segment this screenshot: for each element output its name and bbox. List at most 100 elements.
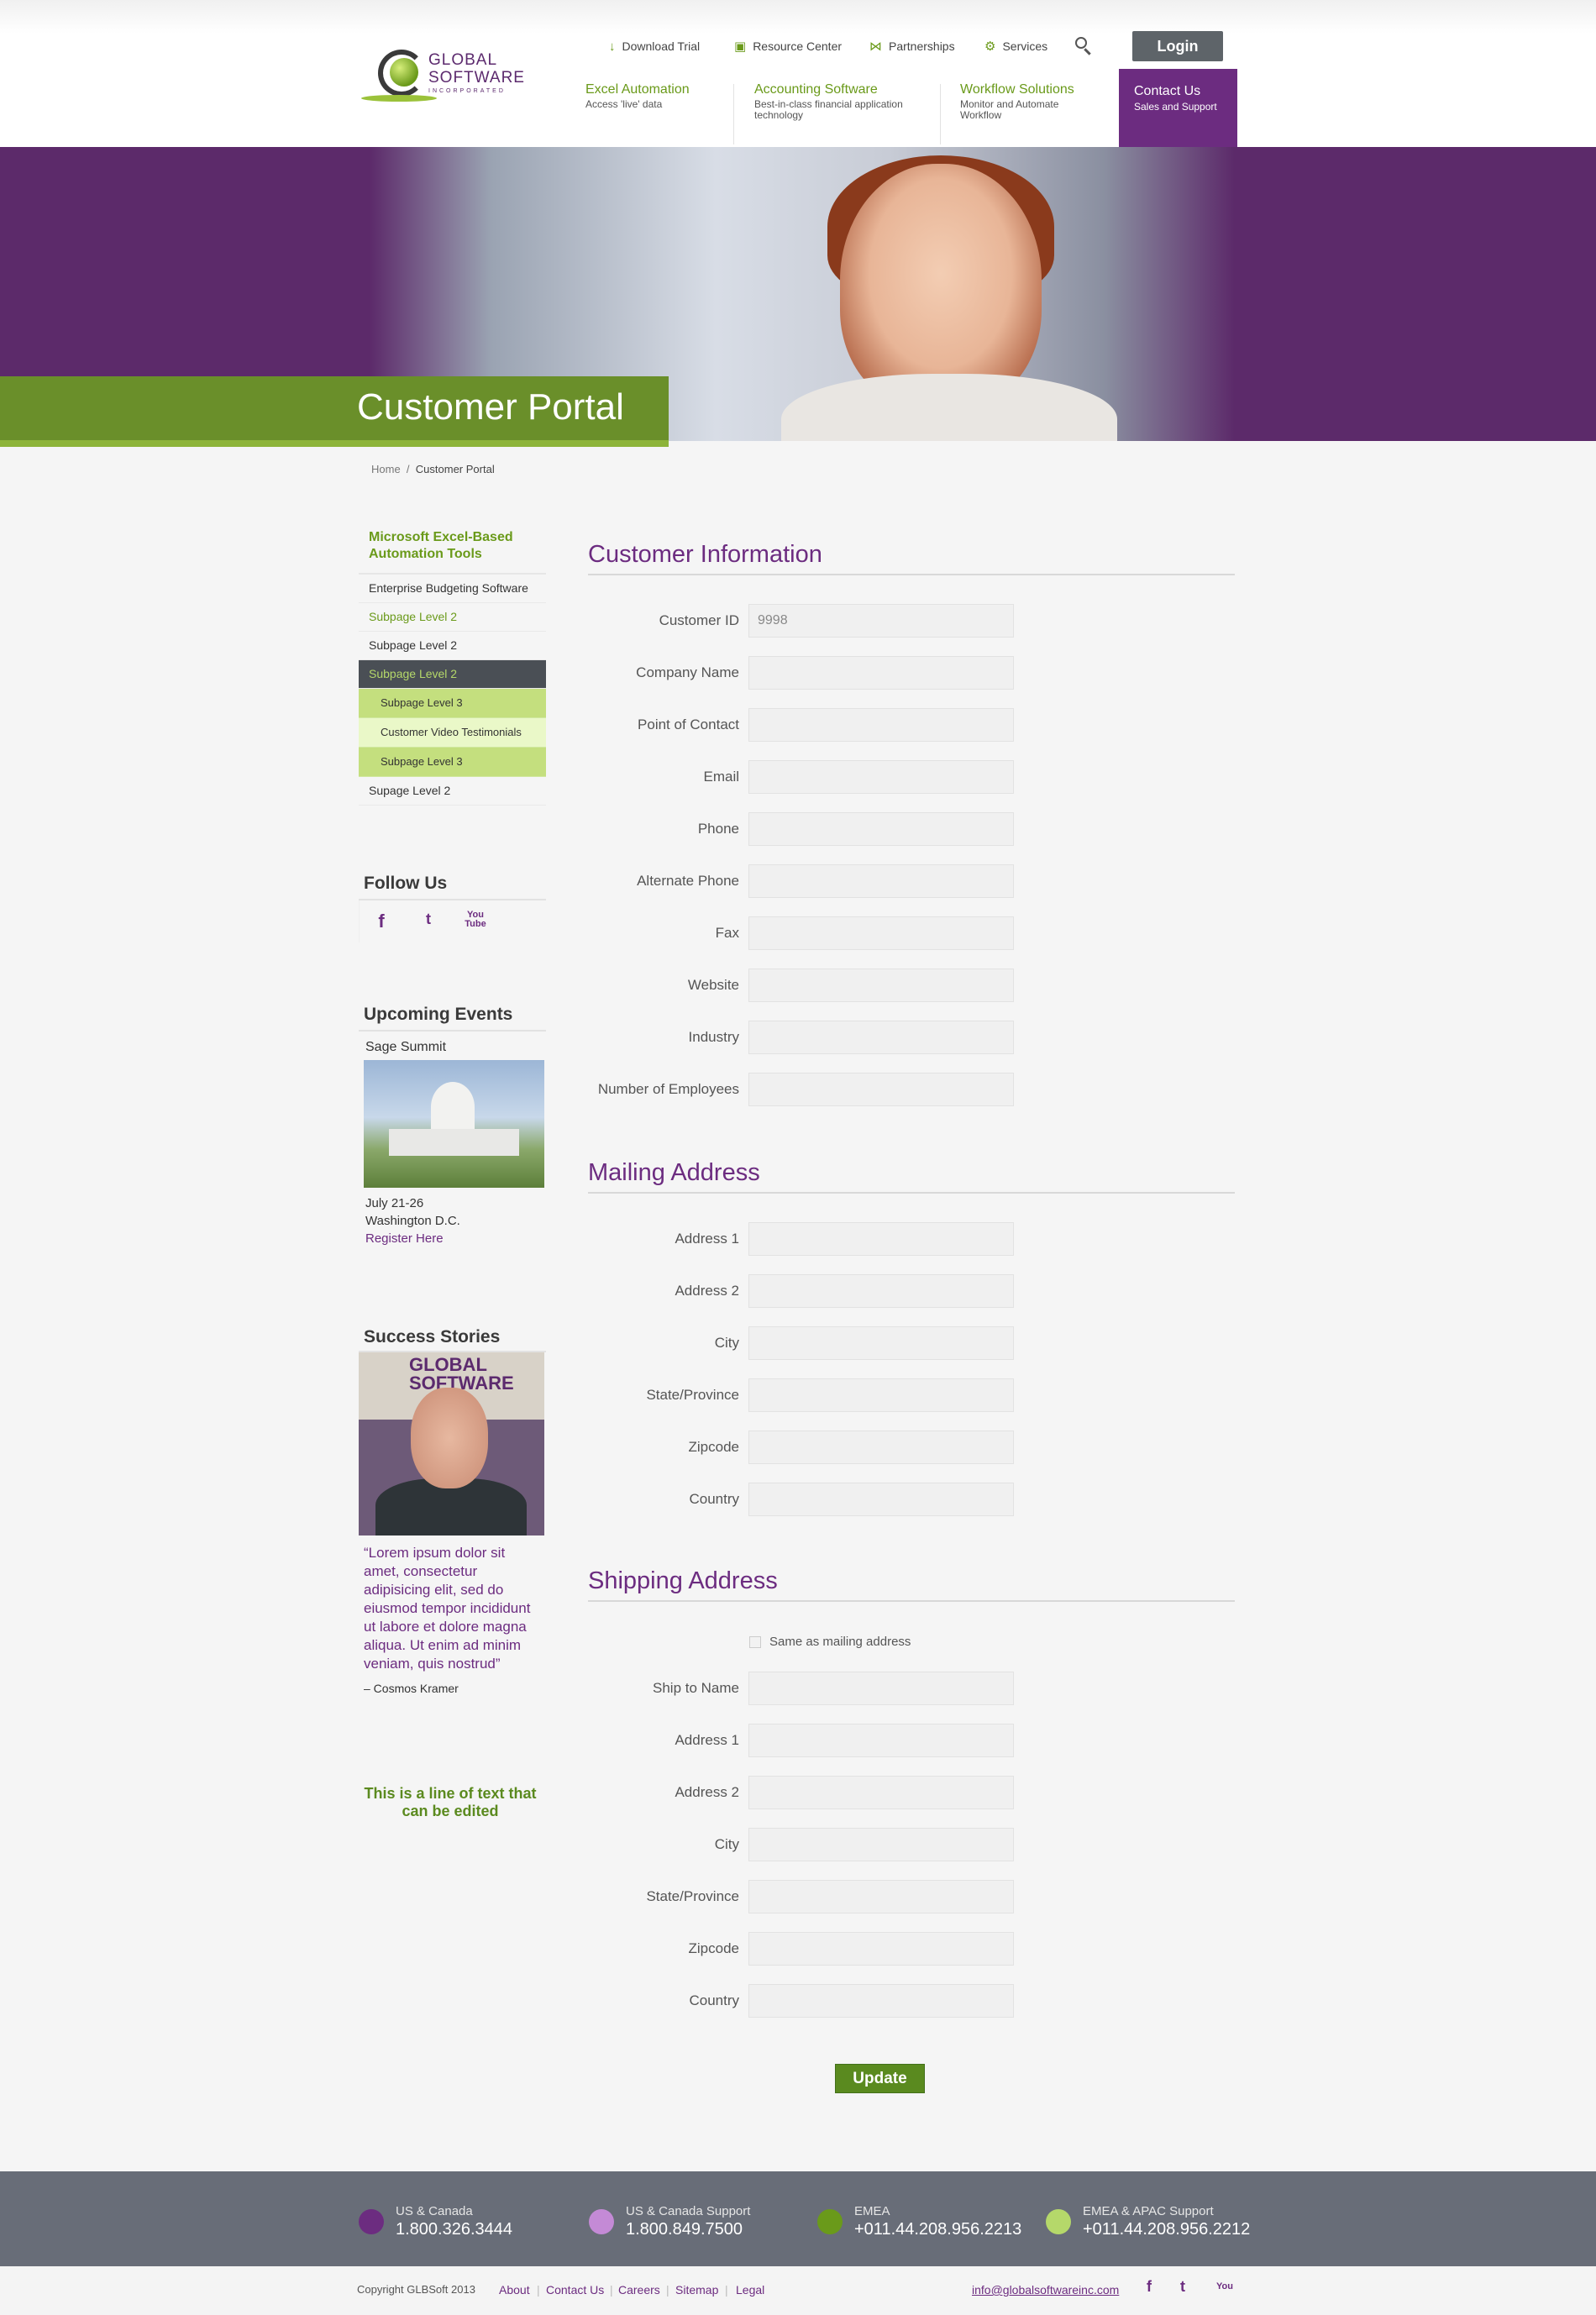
phone-icon	[589, 2209, 614, 2234]
sidebar-heading[interactable]: Microsoft Excel-Based Automation Tools	[359, 521, 546, 575]
field-label: State/Province	[646, 1387, 739, 1403]
facebook-icon[interactable]: f	[1147, 2278, 1152, 2296]
company-name-input[interactable]	[748, 656, 1014, 690]
footer-link-separator: |	[610, 2283, 613, 2297]
state-province-input[interactable]	[748, 1880, 1014, 1913]
facebook-icon[interactable]: f	[368, 911, 395, 932]
success-stories-title: Success Stories	[359, 1327, 546, 1352]
alternate-phone-input[interactable]	[748, 864, 1014, 898]
toplink-label: Partnerships	[889, 39, 955, 53]
sidebar-item-subpage-2a[interactable]: Subpage Level 2	[359, 603, 546, 632]
sidebar-item-enterprise-budgeting[interactable]: Enterprise Budgeting Software	[359, 575, 546, 603]
contact-number[interactable]: 1.800.849.7500	[626, 2220, 750, 2239]
footer-link-about[interactable]: About	[499, 2283, 530, 2297]
sidebar-subitem-level3a[interactable]: Subpage Level 3	[359, 689, 546, 718]
contact-number[interactable]: +011.44.208.956.2212	[1083, 2220, 1250, 2239]
sidebar-item-subpage-2b[interactable]: Subpage Level 2	[359, 632, 546, 660]
twitter-icon[interactable]: t	[415, 911, 442, 932]
customer-id-input[interactable]	[748, 604, 1014, 638]
fax-input[interactable]	[748, 916, 1014, 950]
zipcode-input[interactable]	[748, 1430, 1014, 1464]
field-label: Phone	[697, 821, 739, 837]
footer-link-contact-us[interactable]: Contact Us	[546, 2283, 604, 2297]
sidebar-subitem-level3b[interactable]: Subpage Level 3	[359, 748, 546, 777]
update-button[interactable]: Update	[835, 2064, 925, 2093]
toplink-download-trial[interactable]: ↓ Download Trial	[609, 37, 700, 55]
register-link[interactable]: Register Here	[365, 1230, 539, 1247]
checkbox-box[interactable]	[749, 1635, 761, 1648]
search-icon-handle	[1084, 48, 1091, 55]
contact-label: US & Canada	[396, 2204, 473, 2218]
nav-title: Excel Automation	[585, 82, 690, 97]
search-icon[interactable]	[1074, 35, 1092, 55]
field-label: Alternate Phone	[637, 873, 739, 889]
breadcrumb: Home / Customer Portal	[371, 463, 495, 475]
toplink-resource-center[interactable]: ▣ Resource Center	[734, 37, 842, 55]
industry-input[interactable]	[748, 1021, 1014, 1054]
city-input[interactable]	[748, 1326, 1014, 1360]
site-footer	[0, 2171, 1596, 2315]
footer-link-legal[interactable]: Legal	[736, 2283, 764, 2297]
address-2-input[interactable]	[748, 1776, 1014, 1809]
breadcrumb-current: Customer Portal	[415, 463, 495, 475]
capitol-building	[389, 1129, 519, 1156]
same-as-mailing-label: Same as mailing address	[769, 1635, 911, 1649]
footer-email-link[interactable]: info@globalsoftwareinc.com	[972, 2283, 1119, 2297]
sidebar-item-subpage-2-active[interactable]: Subpage Level 2	[359, 660, 546, 689]
footer-link-separator: |	[666, 2283, 669, 2297]
company-logo[interactable]: GLOBAL SOFTWARE INCORPORATED	[361, 46, 529, 105]
field-label: Zipcode	[688, 1439, 739, 1455]
mailing-address-heading: Mailing Address	[588, 1159, 1235, 1194]
success-story-video-thumb[interactable]: GLOBAL SOFTWARE	[359, 1352, 544, 1535]
contact-number[interactable]: 1.800.326.3444	[396, 2220, 512, 2239]
sidebar-subitem-video-testimonials[interactable]: Customer Video Testimonials	[359, 718, 546, 748]
email-input[interactable]	[748, 760, 1014, 794]
address-1-input[interactable]	[748, 1724, 1014, 1757]
country-input[interactable]	[748, 1984, 1014, 2018]
point-of-contact-input[interactable]	[748, 708, 1014, 742]
same-as-mailing-checkbox[interactable]: Same as mailing address	[749, 1635, 911, 1649]
capitol-dome	[431, 1082, 475, 1132]
box-icon: ▣	[734, 39, 747, 54]
nav-excel-automation[interactable]: Excel Automation Access 'live' data	[574, 82, 733, 146]
sidebar-item-supage-2[interactable]: Supage Level 2	[359, 777, 546, 806]
field-label: Company Name	[636, 664, 739, 680]
toplink-partnerships[interactable]: ⋈ Partnerships	[869, 37, 955, 55]
success-stories-box: Success Stories GLOBAL SOFTWARE “Lorem i…	[359, 1327, 546, 1698]
field-label: Address 1	[675, 1732, 739, 1748]
field-label: Email	[703, 769, 739, 785]
youtube-icon[interactable]: You	[1216, 2281, 1233, 2291]
copyright-text: Copyright GLBSoft 2013	[357, 2283, 475, 2296]
country-input[interactable]	[748, 1483, 1014, 1516]
nav-divider	[733, 84, 734, 144]
address-2-input[interactable]	[748, 1274, 1014, 1308]
contact-number[interactable]: +011.44.208.956.2213	[854, 2220, 1021, 2239]
upcoming-events-box: Upcoming Events Sage Summit July 21-26 W…	[359, 1005, 546, 1254]
nav-contact-us[interactable]: Contact Us Sales and Support	[1119, 69, 1237, 147]
footer-contact-emea: EMEA +011.44.208.956.2213	[817, 2204, 1021, 2239]
phone-input[interactable]	[748, 812, 1014, 846]
toplink-services[interactable]: ⚙ Services	[984, 37, 1047, 55]
number-of-employees-input[interactable]	[748, 1073, 1014, 1106]
field-label: State/Province	[646, 1888, 739, 1904]
nav-subtitle: Best-in-class financial application tech…	[754, 98, 903, 121]
ship-to-name-input[interactable]	[748, 1672, 1014, 1705]
breadcrumb-home[interactable]: Home	[371, 463, 401, 475]
city-input[interactable]	[748, 1828, 1014, 1861]
logo-globe-icon	[390, 58, 418, 87]
field-label: Point of Contact	[638, 717, 739, 732]
field-label: Country	[689, 1491, 739, 1507]
footer-link-sitemap[interactable]: Sitemap	[675, 2283, 718, 2297]
zipcode-input[interactable]	[748, 1932, 1014, 1966]
page-title: Customer Portal	[357, 386, 624, 428]
nav-accounting-software[interactable]: Accounting Software Best-in-class financ…	[743, 82, 936, 146]
login-button[interactable]: Login	[1132, 31, 1223, 61]
youtube-icon[interactable]: You Tube	[462, 911, 489, 932]
twitter-icon[interactable]: t	[1180, 2278, 1185, 2296]
website-input[interactable]	[748, 969, 1014, 1002]
nav-title: Accounting Software	[754, 82, 878, 97]
state-province-input[interactable]	[748, 1378, 1014, 1412]
footer-link-careers[interactable]: Careers	[618, 2283, 660, 2297]
nav-workflow-solutions[interactable]: Workflow Solutions Monitor and Automate …	[948, 82, 1108, 146]
address-1-input[interactable]	[748, 1222, 1014, 1256]
